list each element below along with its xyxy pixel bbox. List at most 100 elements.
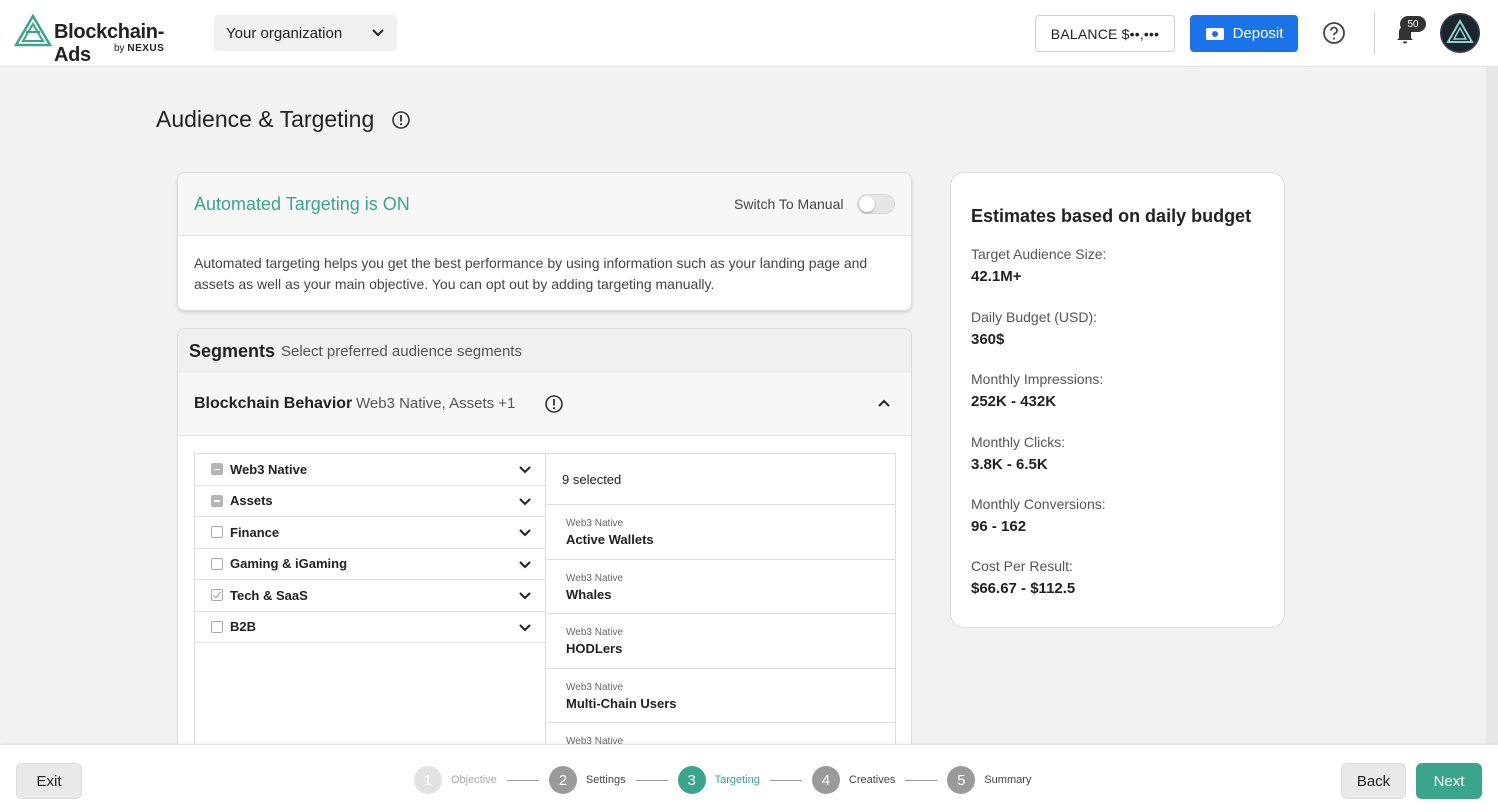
checkbox-web3-native[interactable]	[211, 463, 223, 476]
balance-button[interactable]: BALANCE $••,•••	[1035, 15, 1175, 52]
estimate-label: Cost Per Result:	[971, 558, 1073, 574]
category-web3-native[interactable]: Web3 Native	[195, 454, 546, 486]
step-number: 4	[811, 766, 840, 794]
estimate-value: 252K - 432K	[971, 393, 1057, 410]
blockchain-behavior-accordion[interactable]: Blockchain Behavior Web3 Native, Assets …	[178, 373, 911, 436]
step-number: 1	[414, 766, 442, 794]
chevron-down-icon[interactable]	[518, 589, 532, 603]
selected-segments-list: 9 selected Web3 Native Active Wallets We…	[545, 453, 896, 767]
step-objective[interactable]: 1 Objective	[414, 766, 497, 794]
step-label: Objective	[451, 774, 497, 786]
list-item[interactable]: Web3 Native HODLers	[546, 614, 895, 669]
estimate-label: Monthly Impressions:	[971, 371, 1104, 387]
category-label: Finance	[230, 524, 280, 540]
cash-icon	[1205, 27, 1224, 40]
info-icon[interactable]	[391, 110, 411, 130]
back-button[interactable]: Back	[1341, 763, 1406, 799]
chevron-down-icon[interactable]	[518, 463, 532, 477]
automated-targeting-title: Automated Targeting is ON	[194, 194, 410, 214]
blockchain-ads-logo[interactable]: Blockchain-Ads by NEXUS	[14, 12, 189, 66]
automated-targeting-header: Automated Targeting is ON Switch To Manu…	[178, 173, 911, 236]
list-item[interactable]: Web3 Native Whales	[546, 560, 895, 614]
step-number: 2	[548, 766, 577, 794]
chevron-down-icon[interactable]	[518, 621, 532, 635]
step-number: 5	[947, 766, 976, 794]
category-assets[interactable]: Assets	[195, 486, 546, 517]
step-summary[interactable]: 5 Summary	[947, 766, 1031, 794]
step-settings[interactable]: 2 Settings	[548, 766, 626, 794]
estimate-value: 3.8K - 6.5K	[971, 456, 1048, 473]
category-list: Web3 Native Assets Finance Gaming & iGam…	[194, 453, 546, 767]
selected-item-group: Web3 Native	[566, 627, 624, 638]
step-targeting[interactable]: 3 Targeting	[677, 766, 760, 794]
list-item[interactable]: Web3 Native Multi-Chain Users	[546, 669, 895, 723]
logo-mark-icon	[14, 14, 52, 47]
selected-item-group: Web3 Native	[566, 518, 624, 529]
chevron-down-icon[interactable]	[518, 558, 532, 572]
selected-item-name: Active Wallets	[566, 532, 654, 547]
segments-title: Segments	[189, 341, 276, 361]
notification-badge: 50	[1400, 16, 1426, 32]
category-label: Tech & SaaS	[230, 587, 308, 603]
category-b2b[interactable]: B2B	[195, 612, 546, 643]
estimate-monthly-conversions: Monthly Conversions: 96 - 162	[971, 496, 1106, 535]
estimates-card: Estimates based on daily budget Target A…	[950, 172, 1285, 628]
chevron-down-icon	[372, 29, 384, 37]
category-label: B2B	[230, 619, 257, 635]
toggle-knob	[859, 196, 875, 212]
step-connector	[769, 779, 802, 781]
estimate-label: Monthly Clicks:	[971, 434, 1066, 450]
step-label: Creatives	[848, 774, 896, 786]
selected-item-name: HODLers	[566, 641, 623, 656]
estimate-cost-per-result: Cost Per Result: $66.67 - $112.5	[971, 558, 1075, 597]
estimate-value: 96 - 162	[971, 518, 1027, 535]
segments-subtitle: Select preferred audience segments	[281, 343, 522, 360]
estimate-label: Target Audience Size:	[971, 246, 1107, 262]
estimate-label: Monthly Conversions:	[971, 496, 1106, 512]
chevron-down-icon[interactable]	[518, 526, 532, 540]
checkbox-gaming[interactable]	[211, 557, 223, 570]
checkbox-b2b[interactable]	[211, 620, 223, 633]
step-number: 3	[677, 766, 706, 794]
segments-header: Segments Select preferred audience segme…	[178, 329, 911, 373]
step-label: Targeting	[714, 774, 760, 786]
category-tech-saas[interactable]: Tech & SaaS	[195, 580, 546, 612]
blockchain-behavior-summary: Web3 Native, Assets +1	[356, 395, 516, 412]
estimate-monthly-clicks: Monthly Clicks: 3.8K - 6.5K	[971, 434, 1065, 473]
exit-button[interactable]: Exit	[16, 763, 82, 799]
estimate-value: $66.67 - $112.5	[971, 580, 1076, 597]
avatar-logo-icon	[1440, 13, 1480, 53]
page-scrollbar[interactable]	[1486, 67, 1498, 744]
chevron-up-icon[interactable]	[875, 395, 893, 413]
organization-select[interactable]: Your organization	[214, 15, 397, 51]
info-icon[interactable]	[544, 394, 564, 414]
selected-item-group: Web3 Native	[566, 572, 624, 584]
switch-to-manual-toggle[interactable]	[857, 194, 895, 214]
list-item[interactable]: Web3 Native Active Wallets	[546, 505, 895, 560]
category-label: Assets	[230, 493, 273, 509]
estimates-title: Estimates based on daily budget	[971, 206, 1252, 226]
next-button[interactable]: Next	[1416, 763, 1482, 799]
segments-card: Segments Select preferred audience segme…	[177, 328, 912, 768]
page-title: Audience & Targeting	[156, 106, 375, 132]
checkbox-finance[interactable]	[211, 526, 223, 539]
step-creatives[interactable]: 4 Creatives	[811, 766, 896, 794]
selected-item-name: Multi-Chain Users	[566, 695, 677, 711]
checkbox-assets[interactable]	[211, 494, 223, 507]
selected-item-group: Web3 Native	[566, 681, 624, 693]
avatar[interactable]	[1440, 13, 1480, 53]
estimate-daily-budget: Daily Budget (USD): 360$	[971, 309, 1097, 348]
help-icon[interactable]	[1322, 21, 1346, 45]
automated-targeting-description: Automated targeting helps you get the be…	[194, 255, 868, 292]
checkbox-tech-saas[interactable]	[211, 589, 223, 602]
campaign-stepper: 1 Objective 2 Settings 3 Targeting 4 Cre…	[414, 765, 1031, 795]
deposit-button[interactable]: Deposit	[1190, 15, 1298, 52]
category-finance[interactable]: Finance	[195, 517, 546, 549]
chevron-down-icon[interactable]	[518, 495, 532, 509]
step-connector	[506, 779, 539, 781]
blockchain-behavior-title: Blockchain Behavior	[194, 395, 353, 412]
estimate-value: 42.1M+	[971, 268, 1022, 285]
estimate-value: 360$	[971, 331, 1005, 348]
step-label: Summary	[984, 774, 1032, 786]
category-gaming[interactable]: Gaming & iGaming	[195, 549, 546, 580]
